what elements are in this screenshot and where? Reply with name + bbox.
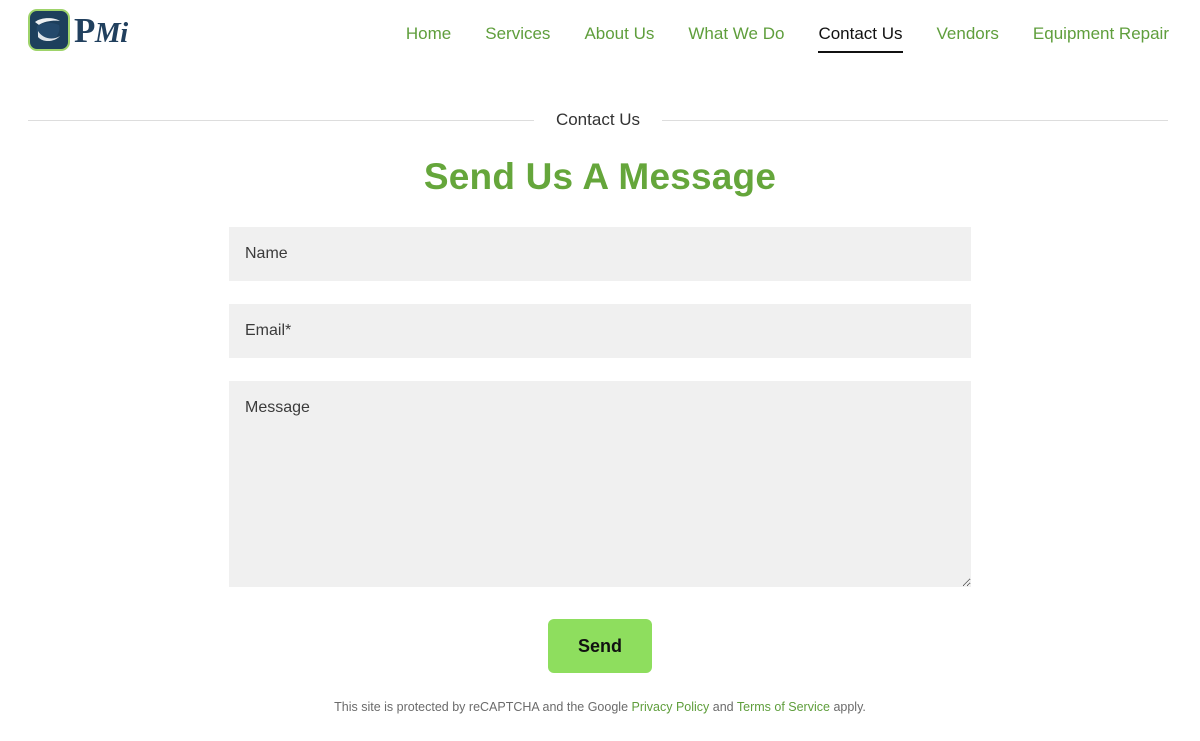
send-button[interactable]: Send: [548, 619, 652, 674]
logo-wordmark: PMi: [74, 13, 128, 48]
nav-item-about-us[interactable]: About Us: [567, 22, 671, 46]
name-input[interactable]: [229, 227, 971, 282]
section-label-row: Contact Us: [28, 108, 1168, 132]
logo-letters-mi: Mi: [94, 16, 128, 49]
contact-form-section: Send Us A Message Send This site is prot…: [0, 155, 1200, 729]
submit-row: Send: [229, 619, 971, 674]
terms-of-service-link[interactable]: Terms of Service: [737, 700, 830, 714]
email-input[interactable]: [229, 304, 971, 359]
message-textarea[interactable]: [229, 381, 971, 588]
contact-form: Send: [229, 227, 971, 674]
pmi-logo-icon: [28, 9, 70, 51]
recaptcha-text-after: apply.: [829, 700, 866, 715]
nav-item-vendors[interactable]: Vendors: [920, 22, 1016, 46]
nav-item-what-we-do[interactable]: What We Do: [671, 22, 801, 46]
divider-right: [662, 119, 1168, 121]
section-label: Contact Us: [555, 110, 641, 129]
site-header: PMi Home Services About Us What We Do Co…: [0, 0, 1200, 62]
nav-item-contact-us[interactable]: Contact Us: [801, 22, 919, 53]
divider-left: [28, 119, 534, 121]
logo-letter-p: P: [74, 10, 95, 50]
recaptcha-text-before: This site is protected by reCAPTCHA and …: [334, 700, 632, 715]
nav-item-equipment-repair[interactable]: Equipment Repair: [1016, 22, 1186, 46]
nav-item-home[interactable]: Home: [389, 22, 468, 46]
recaptcha-text-between: and: [709, 700, 737, 715]
main-navigation: Home Services About Us What We Do Contac…: [389, 22, 1186, 53]
nav-item-services[interactable]: Services: [468, 22, 567, 46]
page-title: Send Us A Message: [423, 156, 777, 197]
privacy-policy-link[interactable]: Privacy Policy: [632, 700, 710, 714]
recaptcha-notice: This site is protected by reCAPTCHA and …: [0, 699, 1200, 717]
site-logo[interactable]: PMi: [28, 6, 128, 54]
